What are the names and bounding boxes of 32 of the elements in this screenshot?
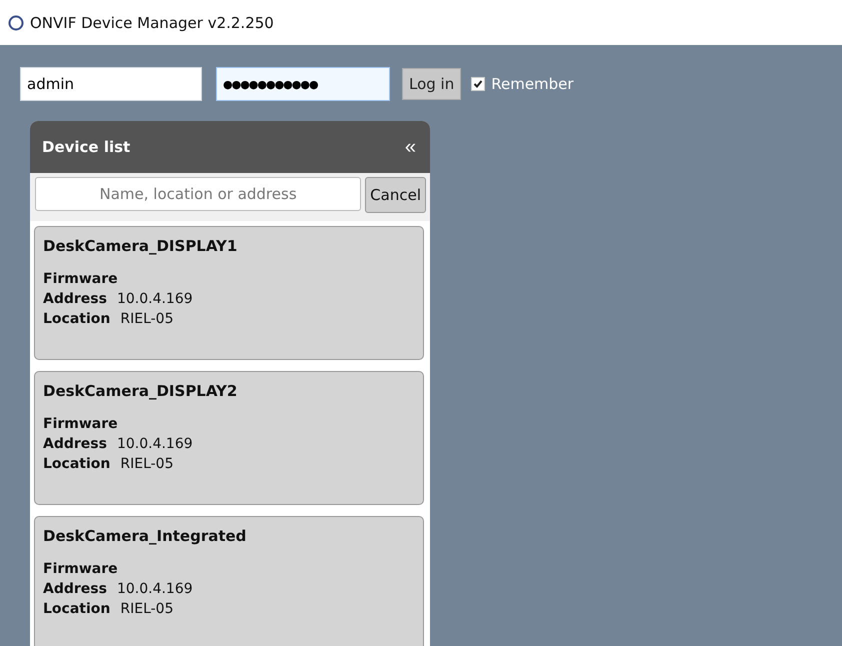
cancel-button[interactable]: Cancel: [365, 177, 426, 213]
field-label: Location: [43, 600, 110, 619]
field-value: RIEL-05: [120, 455, 174, 474]
field-label: Firmware: [43, 270, 118, 289]
field-value: 10.0.4.169: [116, 435, 193, 454]
window-title: ONVIF Device Manager v2.2.250: [30, 14, 274, 32]
password-field[interactable]: ●●●●●●●●●●●: [216, 67, 390, 101]
app-icon: [8, 14, 24, 30]
device-name: DeskCamera_Integrated: [43, 527, 248, 545]
field-label: Address: [43, 580, 107, 599]
device-card[interactable]: DeskCamera_DISPLAY2 Firmware Address 10.0.4.169 Location RIEL-05: [34, 371, 424, 505]
panel-title: Device list: [42, 138, 130, 156]
collapse-button[interactable]: «: [404, 136, 416, 158]
field-value: 10.0.4.169: [116, 290, 193, 309]
remember-checkbox[interactable]: [471, 77, 486, 91]
device-card[interactable]: DeskCamera_Integrated Firmware Address 10.0.4.169 Location RIEL-05: [34, 516, 424, 646]
username-field[interactable]: admin: [20, 67, 202, 101]
search-field[interactable]: Name, location or address: [35, 177, 362, 211]
field-label: Address: [43, 290, 107, 309]
field-value: RIEL-05: [120, 600, 174, 619]
field-label: Location: [43, 455, 110, 474]
device-name: DeskCamera_DISPLAY2: [43, 382, 238, 400]
field-label: Firmware: [43, 415, 118, 434]
field-label: Firmware: [43, 560, 118, 579]
field-value: RIEL-05: [120, 310, 174, 329]
field-label: Address: [43, 435, 107, 454]
remember-label: Remember: [491, 75, 574, 93]
device-name: DeskCamera_DISPLAY1: [43, 237, 238, 255]
login-button[interactable]: Log in: [402, 68, 462, 100]
device-card[interactable]: DeskCamera_DISPLAY1 Firmware Address 10.0.4.169 Location RIEL-05: [34, 226, 424, 360]
field-label: Location: [43, 310, 110, 329]
field-value: 10.0.4.169: [116, 580, 193, 599]
